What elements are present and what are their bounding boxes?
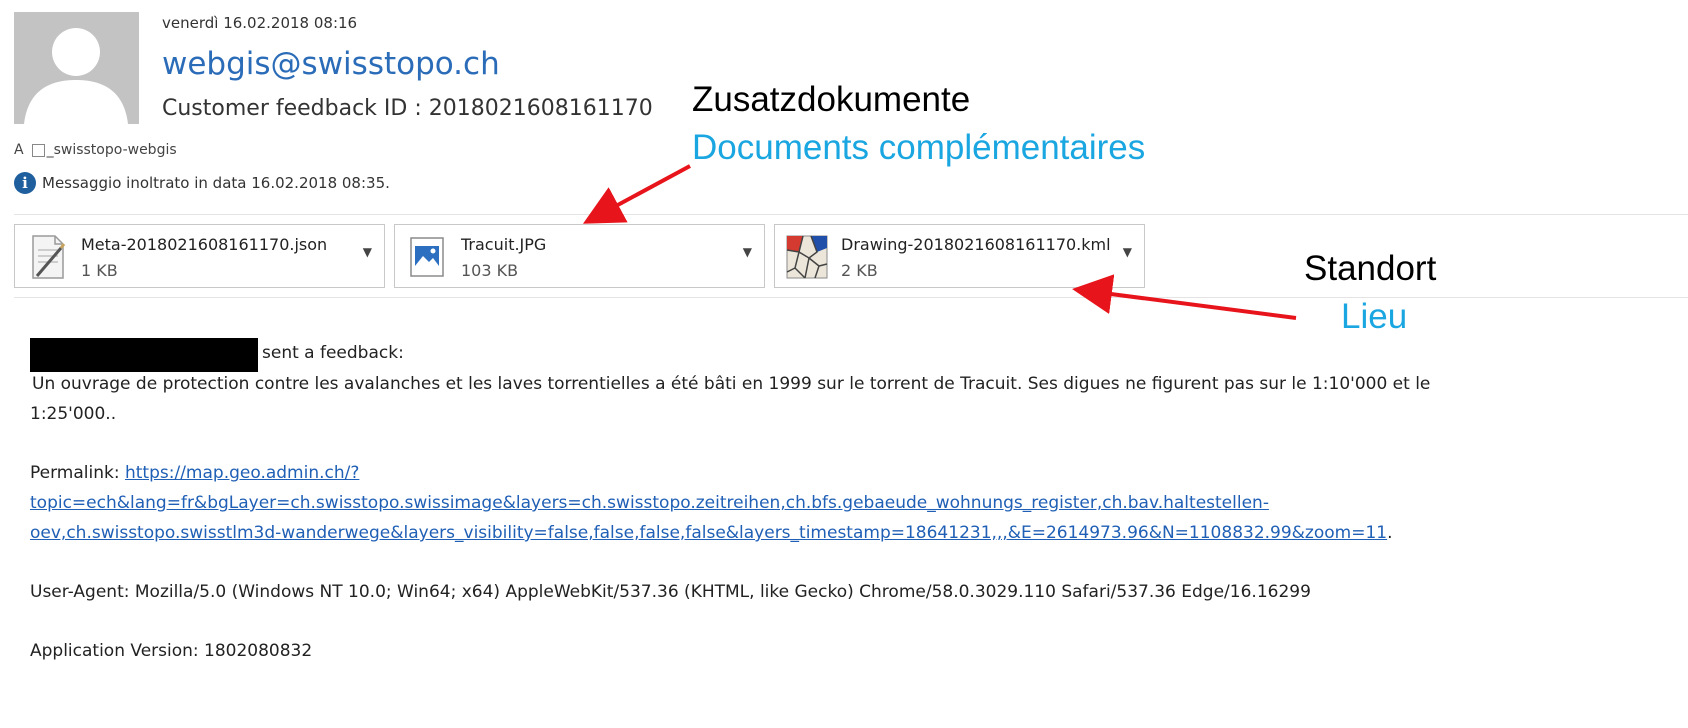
permalink-row-1: Permalink: https://map.geo.admin.ch/? — [30, 463, 359, 483]
permalink-row-2: topic=ech&lang=fr&bgLayer=ch.swisstopo.s… — [30, 493, 1269, 513]
permalink-link-cont[interactable]: topic=ech&lang=fr&bgLayer=ch.swisstopo.s… — [30, 493, 1269, 513]
app-version: Application Version: 1802080832 — [30, 641, 313, 661]
permalink-trailing: . — [1387, 523, 1393, 543]
user-agent: User-Agent: Mozilla/5.0 (Windows NT 10.0… — [30, 582, 1311, 602]
redacted-sender-name — [30, 338, 258, 372]
message-line-1: Un ouvrage de protection contre les aval… — [32, 374, 1431, 394]
permalink-label: Permalink: — [30, 463, 120, 483]
message-line-2: 1:25'000.. — [30, 404, 117, 424]
permalink-link[interactable]: https://map.geo.admin.ch/? — [125, 463, 359, 483]
feedback-label: sent a feedback: — [262, 343, 404, 363]
permalink-link-cont[interactable]: oev,ch.swisstopo.swisstlm3d-wanderwege&l… — [30, 523, 1387, 543]
arrow-to-attachment-jpg — [582, 164, 691, 224]
arrow-to-attachment-kml — [1072, 274, 1297, 320]
permalink-row-3: oev,ch.swisstopo.swisstlm3d-wanderwege&l… — [30, 523, 1393, 543]
